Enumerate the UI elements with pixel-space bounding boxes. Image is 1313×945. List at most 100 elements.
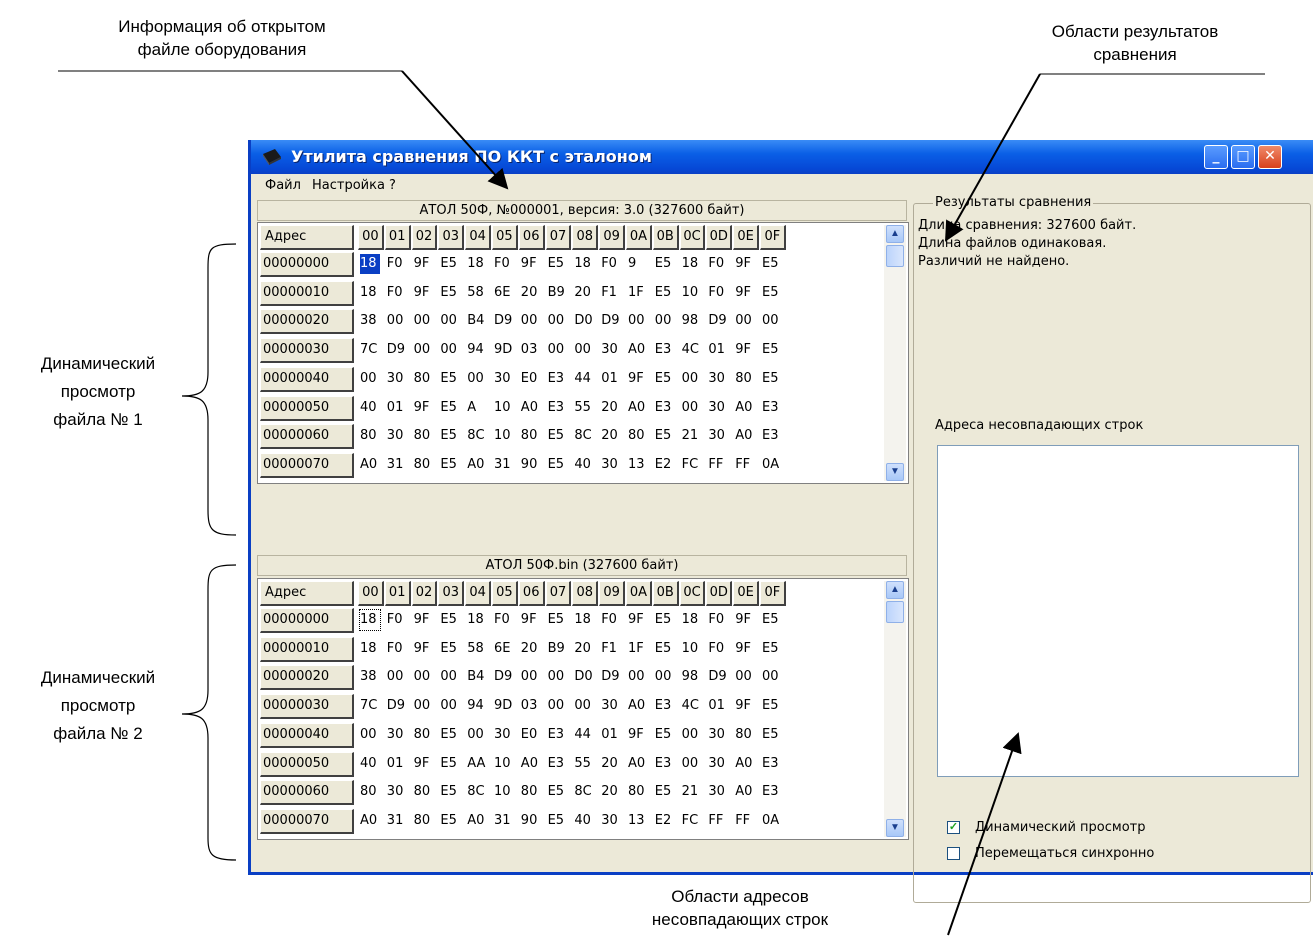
hex-byte-cell[interactable]: 30 [601, 696, 621, 716]
hex-byte-cell[interactable]: 01 [708, 696, 728, 716]
hex-byte-cell[interactable]: 00 [574, 696, 594, 716]
hex-byte-cell[interactable]: E5 [440, 369, 460, 389]
hex-byte-cell[interactable]: 10 [494, 782, 514, 802]
hex-byte-cell[interactable]: 00 [440, 667, 460, 687]
hex-byte-cell[interactable]: 8C [574, 782, 594, 802]
hex-byte-cell[interactable]: 9F [735, 639, 755, 659]
hex-byte-cell[interactable]: 94 [467, 340, 487, 360]
hex-byte-cell[interactable]: E3 [548, 398, 568, 418]
hex-byte-cell[interactable]: E5 [440, 610, 460, 630]
hex-byte-cell[interactable]: 9D [494, 696, 514, 716]
hex-byte-cell[interactable]: 00 [655, 311, 675, 331]
hex-byte-cell[interactable]: 20 [574, 639, 594, 659]
hex-byte-cell[interactable]: 00 [414, 311, 434, 331]
hex-byte-cell[interactable]: D9 [387, 696, 407, 716]
hex-byte-cell[interactable]: F0 [494, 254, 514, 274]
hex-byte-cell[interactable]: 0A [762, 811, 782, 831]
hex-byte-cell[interactable]: E5 [548, 782, 568, 802]
hex-byte-cell[interactable]: 00 [414, 667, 434, 687]
hex-byte-cell[interactable]: 8C [467, 426, 487, 446]
hex-byte-cell[interactable]: D9 [601, 667, 621, 687]
hex-byte-cell[interactable]: 80 [360, 426, 380, 446]
hex-byte-cell[interactable]: 00 [521, 311, 541, 331]
hex-byte-cell[interactable]: 40 [360, 398, 380, 418]
hex-byte-cell[interactable]: 30 [708, 398, 728, 418]
hex-byte-cell[interactable]: 20 [601, 782, 621, 802]
hex-byte-cell[interactable]: A0 [628, 340, 648, 360]
hex-byte-cell[interactable]: F0 [601, 610, 621, 630]
hex-byte-cell[interactable]: E5 [655, 639, 675, 659]
hex-byte-cell[interactable]: 30 [387, 782, 407, 802]
hex-byte-cell[interactable]: 20 [574, 283, 594, 303]
hex-byte-cell[interactable]: E3 [655, 754, 675, 774]
hex-byte-cell[interactable]: 4C [682, 696, 702, 716]
hex-byte-cell[interactable]: F0 [708, 610, 728, 630]
hex-byte-cell[interactable]: D0 [574, 311, 594, 331]
hex-byte-cell[interactable]: 9F [735, 254, 755, 274]
hex-byte-cell[interactable]: AA [467, 754, 487, 774]
hex-byte-cell[interactable]: E5 [548, 610, 568, 630]
hex-byte-cell[interactable]: 00 [735, 667, 755, 687]
hex-byte-cell[interactable]: F0 [494, 610, 514, 630]
hex-byte-cell[interactable]: 8C [467, 782, 487, 802]
hex-byte-cell[interactable]: 9 [628, 254, 648, 274]
hex-byte-cell[interactable]: B4 [467, 667, 487, 687]
menu-settings[interactable]: Настройка [312, 178, 385, 193]
hex-byte-cell[interactable]: 00 [762, 311, 782, 331]
hex-byte-cell[interactable]: 00 [628, 667, 648, 687]
hex-byte-cell[interactable]: 4C [682, 340, 702, 360]
hex-byte-cell[interactable]: F0 [708, 639, 728, 659]
hex-byte-cell[interactable]: 30 [601, 811, 621, 831]
hex-byte-cell[interactable]: E0 [521, 725, 541, 745]
hex-byte-cell[interactable]: 44 [574, 369, 594, 389]
hex-byte-cell[interactable]: 01 [601, 369, 621, 389]
scroll-up-icon[interactable]: ▲ [886, 225, 904, 243]
hex-byte-cell[interactable]: 18 [467, 610, 487, 630]
hex-byte-cell[interactable]: E3 [762, 782, 782, 802]
hex-byte-cell[interactable]: A0 [735, 426, 755, 446]
hex-byte-cell[interactable]: 80 [414, 725, 434, 745]
hex-byte-cell[interactable]: F0 [387, 610, 407, 630]
hex-byte-cell[interactable]: 80 [628, 782, 648, 802]
hex-byte-cell[interactable]: 94 [467, 696, 487, 716]
hex-byte-cell[interactable]: E5 [548, 426, 568, 446]
hex-byte-cell[interactable]: E5 [440, 283, 460, 303]
hex-byte-cell[interactable]: 30 [708, 754, 728, 774]
hex-byte-cell[interactable]: E5 [548, 811, 568, 831]
hex-byte-cell[interactable]: A [467, 398, 487, 418]
hex-byte-cell[interactable]: F1 [601, 639, 621, 659]
hex-byte-cell[interactable]: 00 [387, 311, 407, 331]
hex-byte-cell[interactable]: E5 [440, 754, 460, 774]
hex-byte-cell[interactable]: 00 [440, 340, 460, 360]
hex-byte-cell[interactable]: 20 [521, 283, 541, 303]
hex-byte-cell[interactable]: 30 [601, 340, 621, 360]
hex-byte-cell[interactable]: 30 [494, 725, 514, 745]
hex-byte-cell[interactable]: E2 [655, 455, 675, 475]
hex-byte-cell[interactable]: 30 [387, 725, 407, 745]
hex-byte-cell[interactable]: 10 [682, 283, 702, 303]
hex-byte-cell[interactable]: 10 [494, 398, 514, 418]
hex-byte-cell[interactable]: 20 [601, 754, 621, 774]
hex-byte-cell[interactable]: A0 [735, 782, 755, 802]
hex-byte-cell[interactable]: E5 [655, 782, 675, 802]
hex-byte-cell[interactable]: 80 [414, 811, 434, 831]
hex-byte-cell[interactable]: 10 [494, 426, 514, 446]
hex-byte-cell[interactable]: 18 [682, 610, 702, 630]
scrollbar-file-2[interactable]: ▲ ▼ [884, 581, 906, 837]
hex-byte-cell[interactable]: E3 [548, 725, 568, 745]
hex-byte-cell[interactable]: FF [708, 455, 728, 475]
hex-byte-cell[interactable]: 01 [387, 754, 407, 774]
maximize-button[interactable]: □ [1231, 145, 1255, 169]
hex-byte-cell[interactable]: 00 [414, 696, 434, 716]
menu-help[interactable]: ? [389, 178, 396, 193]
hex-byte-cell[interactable]: B9 [548, 283, 568, 303]
hex-byte-cell[interactable]: 30 [708, 426, 728, 446]
hex-byte-cell[interactable]: 00 [467, 725, 487, 745]
hex-byte-cell[interactable]: 31 [387, 811, 407, 831]
hex-byte-cell[interactable]: 80 [414, 782, 434, 802]
hex-byte-cell[interactable]: 8C [574, 426, 594, 446]
hex-byte-cell[interactable]: E3 [655, 340, 675, 360]
hex-byte-cell[interactable]: 18 [360, 283, 380, 303]
hex-byte-cell[interactable]: 90 [521, 455, 541, 475]
hex-byte-cell[interactable]: 9F [414, 610, 434, 630]
